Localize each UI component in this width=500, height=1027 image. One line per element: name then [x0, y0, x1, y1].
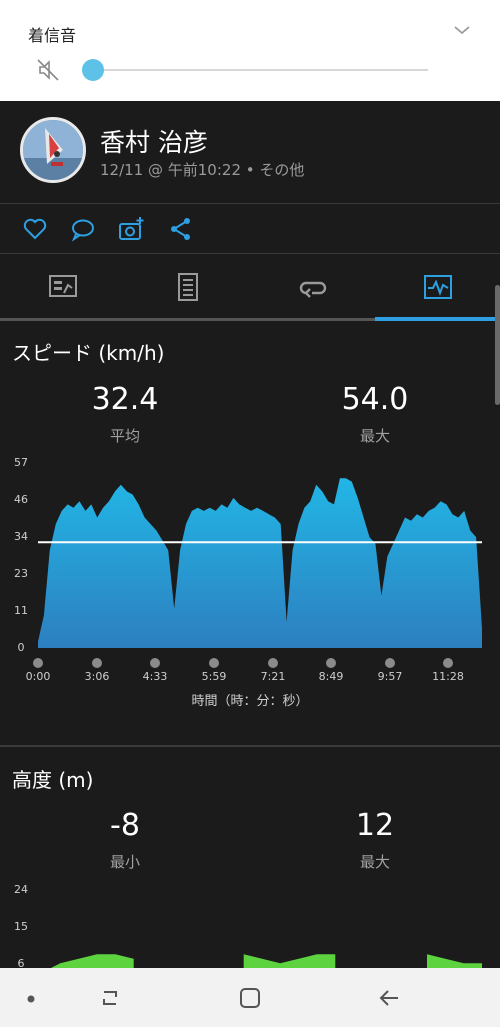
volume-title: 着信音 [28, 26, 77, 45]
scrollbar[interactable] [495, 285, 500, 405]
avatar[interactable] [20, 117, 86, 183]
x-tick-label: 8:49 [318, 670, 344, 683]
x-tick-dot [33, 658, 43, 668]
x-tick-dot [92, 658, 102, 668]
speed-title: スピード (km/h) [12, 341, 165, 365]
camera-add-icon[interactable] [118, 216, 144, 242]
altitude-chart[interactable] [0, 880, 500, 968]
altitude-min-label: 最小 [109, 853, 140, 871]
x-tick-label: 11:28 [432, 670, 464, 683]
dot-icon[interactable] [26, 994, 36, 1004]
back-icon[interactable] [377, 986, 401, 1010]
activity-header: 香村 治彦 12/11 @ 午前10:22 • その他 [0, 101, 500, 203]
volume-slider-thumb[interactable] [82, 59, 104, 81]
speed-max-value: 54.0 [341, 382, 409, 417]
x-tick-dot [443, 658, 453, 668]
altitude-min-value: -8 [110, 808, 140, 843]
tab-summary[interactable] [0, 254, 125, 320]
altitude-max-value: 12 [355, 808, 395, 843]
x-tick-dot [209, 658, 219, 668]
x-tick-label: 3:06 [84, 670, 110, 683]
x-tick-dot [150, 658, 160, 668]
summary-icon [49, 275, 77, 297]
system-nav-bar [0, 968, 500, 1027]
altitude-area-segment [427, 954, 482, 968]
share-icon[interactable] [168, 216, 194, 242]
tab-details[interactable] [125, 254, 250, 320]
home-icon[interactable] [238, 986, 262, 1010]
user-name[interactable]: 香村 治彦 [100, 123, 208, 159]
x-tick-dot [326, 658, 336, 668]
activity-meta: 12/11 @ 午前10:22 • その他 [100, 161, 305, 179]
section-divider [0, 745, 500, 747]
chevron-down-icon[interactable] [452, 20, 472, 40]
action-bar [0, 204, 500, 254]
x-tick-dot [268, 658, 278, 668]
x-tick-label: 9:57 [377, 670, 403, 683]
x-tick-label: 4:33 [142, 670, 168, 683]
laps-icon [299, 281, 327, 298]
mute-icon[interactable] [34, 56, 62, 84]
speed-area [38, 478, 482, 648]
x-tick-label: 7:21 [260, 670, 286, 683]
altitude-max-label: 最大 [359, 853, 390, 871]
tab-charts[interactable] [375, 254, 500, 320]
altitude-title: 高度 (m) [12, 768, 94, 792]
tab-laps[interactable] [250, 254, 375, 320]
tab-active-indicator [375, 317, 500, 321]
recent-apps-icon[interactable] [98, 986, 122, 1010]
altitude-area-segment [50, 954, 134, 968]
tab-bar [0, 254, 500, 320]
heart-icon[interactable] [22, 216, 48, 242]
volume-slider-track[interactable] [92, 69, 428, 71]
chart-icon [424, 275, 452, 299]
details-icon [178, 273, 198, 301]
x-tick-label: 0:00 [25, 670, 51, 683]
x-tick-label: 5:59 [201, 670, 227, 683]
comment-icon[interactable] [70, 216, 96, 242]
speed-chart[interactable] [0, 440, 500, 655]
altitude-area-segment [243, 954, 336, 968]
speed-avg-value: 32.4 [91, 382, 159, 417]
volume-panel: 着信音 [0, 0, 500, 101]
x-axis-label: 時間（時：分：秒） [191, 694, 309, 709]
x-tick-dot [385, 658, 395, 668]
